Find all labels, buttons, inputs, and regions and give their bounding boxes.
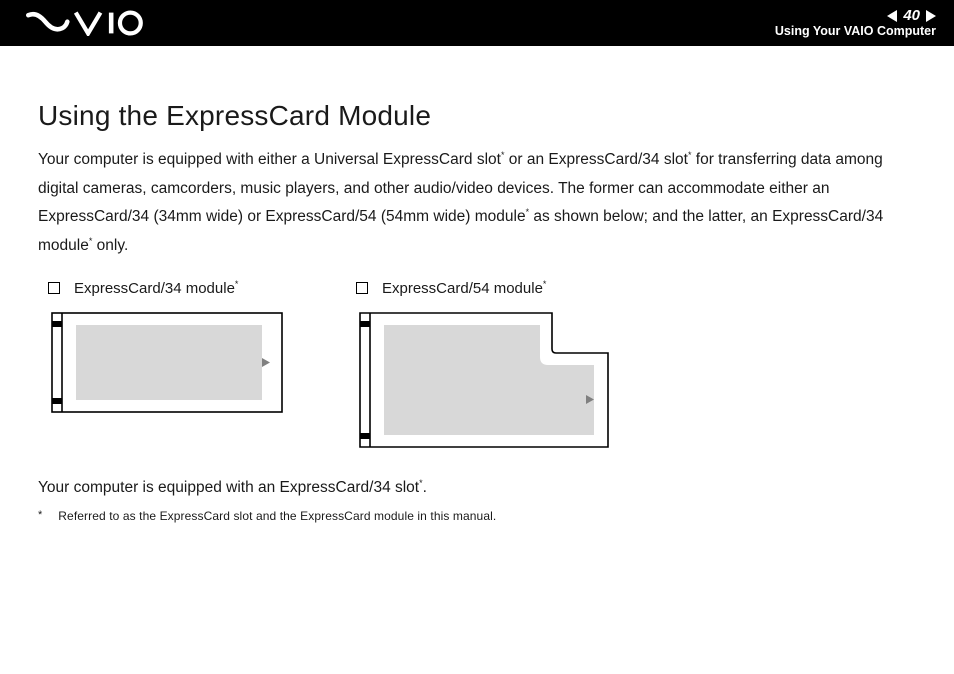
footnote-ref: *: [235, 279, 239, 289]
intro-text-2: or an ExpressCard/34 slot: [504, 151, 688, 168]
module54-label-text: ExpressCard/54 module*: [382, 279, 546, 297]
module34-label-row: ExpressCard/34 module*: [48, 279, 286, 297]
next-page-arrow-icon[interactable]: [926, 10, 936, 22]
vaio-logo-svg: [22, 10, 162, 36]
closing-text-1: Your computer is equipped with an Expres…: [38, 479, 419, 496]
module54-column: ExpressCard/54 module*: [356, 279, 612, 451]
modules-row: ExpressCard/34 module* ExpressCard/54 mo…: [48, 279, 918, 451]
prev-page-arrow-icon[interactable]: [887, 10, 897, 22]
intro-text-5: only.: [92, 237, 128, 254]
header-right: 40 Using Your VAIO Computer: [775, 0, 936, 46]
footnote-text: Referred to as the ExpressCard slot and …: [58, 509, 496, 523]
closing-text-2: .: [423, 479, 427, 496]
intro-paragraph: Your computer is equipped with either a …: [38, 146, 918, 261]
footnote-ref: *: [543, 279, 547, 289]
footnote-symbol: *: [38, 509, 42, 523]
intro-text-1: Your computer is equipped with either a …: [38, 151, 501, 168]
module34-label-text: ExpressCard/34 module*: [74, 279, 238, 297]
vaio-logo: [18, 0, 162, 46]
closing-paragraph: Your computer is equipped with an Expres…: [38, 475, 918, 501]
page-nav: 40: [887, 8, 936, 23]
header-bar: 40 Using Your VAIO Computer: [0, 0, 954, 46]
expresscard-34-diagram: [48, 309, 286, 416]
module54-label-row: ExpressCard/54 module*: [356, 279, 612, 297]
page-title: Using the ExpressCard Module: [38, 100, 918, 132]
checkbox-bullet-icon: [356, 282, 368, 294]
checkbox-bullet-icon: [48, 282, 60, 294]
section-label: Using Your VAIO Computer: [775, 25, 936, 38]
module54-text: ExpressCard/54 module: [382, 280, 543, 297]
expresscard-54-diagram: [356, 309, 612, 451]
module34-column: ExpressCard/34 module*: [48, 279, 286, 451]
module34-text: ExpressCard/34 module: [74, 280, 235, 297]
footnote: * Referred to as the ExpressCard slot an…: [38, 509, 918, 523]
content-area: Using the ExpressCard Module Your comput…: [0, 46, 954, 523]
page-number: 40: [903, 8, 920, 23]
